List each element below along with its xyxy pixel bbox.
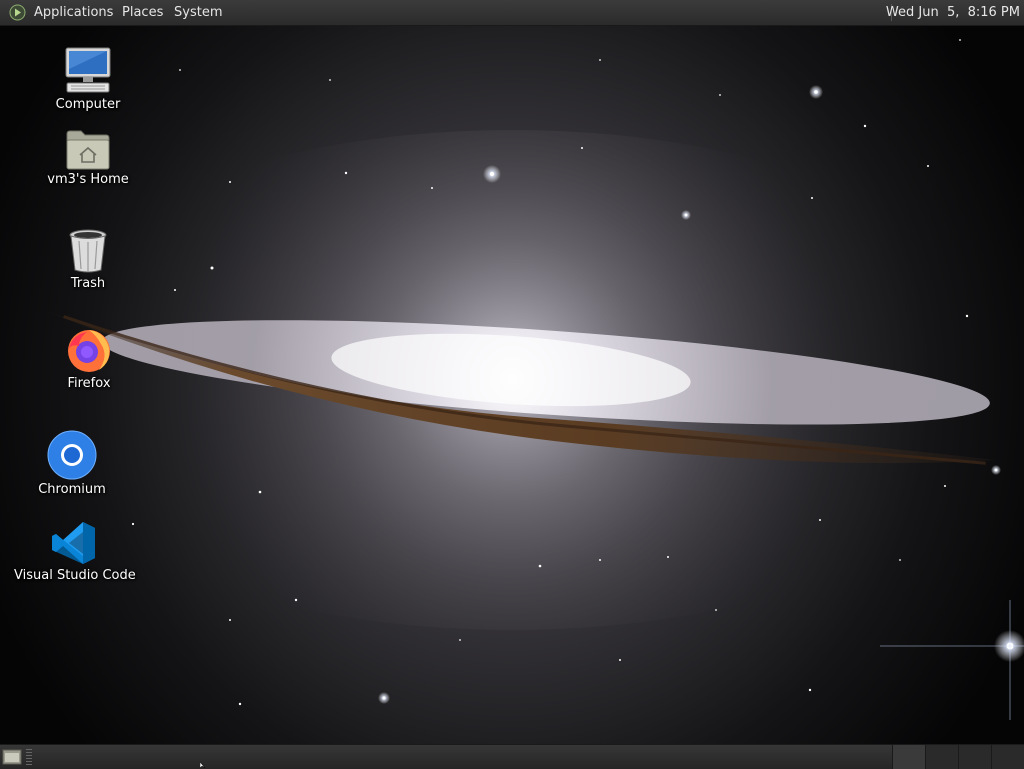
workspace-1[interactable] [892, 745, 925, 769]
clock[interactable]: Wed Jun 5, 8:16 PM [886, 4, 1020, 21]
desktop-icon-firefox[interactable]: Firefox [29, 326, 149, 391]
desktop-icon-label: Computer [55, 97, 121, 112]
chromium-icon [47, 430, 97, 480]
desktop-icon-label: Visual Studio Code [14, 568, 136, 583]
system-menu[interactable]: System [174, 4, 222, 21]
desktop-icon-chromium[interactable]: Chromium [12, 430, 132, 497]
desktop-icon-label: vm3's Home [47, 172, 129, 187]
home-folder-icon [66, 130, 110, 170]
desktop-icon-trash[interactable]: Trash [28, 228, 148, 291]
computer-icon [65, 47, 111, 93]
desktop-icon-label: Firefox [67, 376, 111, 391]
workspace-3[interactable] [958, 745, 991, 769]
desktop-icon-label: Chromium [38, 482, 106, 497]
trash-icon [69, 229, 107, 273]
places-menu[interactable]: Places [122, 4, 163, 21]
firefox-icon [68, 330, 110, 372]
applications-menu-icon[interactable] [9, 4, 26, 21]
desktop-icon-computer[interactable]: Computer [28, 45, 148, 112]
workspace-2[interactable] [925, 745, 958, 769]
bottom-panel [0, 744, 1024, 769]
vscode-icon [52, 522, 95, 564]
workspace-4[interactable] [991, 745, 1024, 769]
applications-menu[interactable]: Applications [34, 4, 113, 21]
panel-drag-handle[interactable] [26, 749, 32, 765]
desktop-icon-vscode[interactable]: Visual Studio Code [14, 520, 136, 583]
mouse-pointer-icon [200, 762, 206, 768]
top-panel: Applications Places System Wed Jun 5, 8:… [0, 0, 1024, 26]
desktop-icon-home[interactable]: vm3's Home [28, 128, 148, 187]
desktop-icon-label: Trash [70, 276, 106, 291]
show-desktop-icon[interactable] [2, 748, 22, 766]
desktop-wallpaper [0, 0, 1024, 768]
